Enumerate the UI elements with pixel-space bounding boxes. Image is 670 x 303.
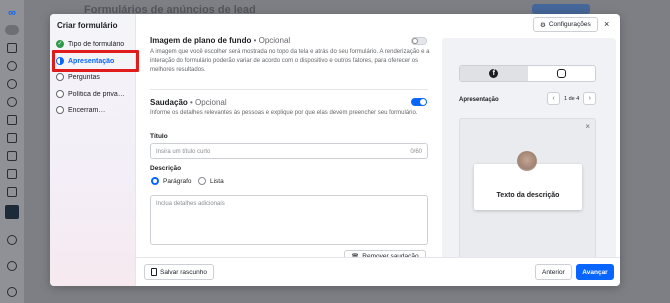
instagram-icon bbox=[556, 69, 566, 78]
char-counter: 0/60 bbox=[410, 149, 422, 155]
close-icon[interactable]: × bbox=[604, 19, 609, 29]
all-tools-icon[interactable] bbox=[5, 205, 19, 219]
step-label: Tipo de formulário bbox=[68, 40, 125, 48]
document-icon bbox=[151, 268, 157, 276]
greeting-section: Saudação • Opcional Informe os detalhes … bbox=[150, 98, 430, 118]
messages-icon[interactable] bbox=[7, 97, 17, 107]
content-icon[interactable] bbox=[7, 115, 17, 125]
section-description: A imagem que você escolher será mostrada… bbox=[150, 49, 430, 73]
facebook-tab[interactable]: f bbox=[460, 66, 528, 81]
meta-logo-icon[interactable]: ∞ bbox=[5, 8, 19, 19]
background-image-toggle[interactable] bbox=[411, 37, 427, 45]
app-left-nav: ∞ bbox=[0, 0, 24, 303]
gear-icon: ⚙ bbox=[540, 21, 546, 29]
settings-icon[interactable] bbox=[7, 261, 17, 271]
step-form-type[interactable]: ✓ Tipo de formulário bbox=[56, 37, 136, 51]
modal-title: Criar formulário bbox=[57, 21, 118, 30]
circle-icon bbox=[56, 106, 64, 114]
monetization-icon[interactable] bbox=[7, 187, 17, 197]
help-icon[interactable] bbox=[7, 287, 17, 297]
facebook-icon: f bbox=[489, 69, 499, 78]
chevron-right-icon[interactable]: › bbox=[583, 92, 597, 105]
preview-panel: f Apresentação ‹ 1 de 4 › × Texto da des… bbox=[442, 38, 616, 264]
instagram-tab[interactable] bbox=[528, 66, 596, 81]
next-button[interactable]: Avançar bbox=[576, 264, 614, 280]
settings-button[interactable]: ⚙ Configurações bbox=[533, 17, 598, 32]
platform-tabs: f bbox=[459, 65, 596, 82]
search-icon[interactable] bbox=[7, 235, 17, 245]
section-title: Saudação • Opcional bbox=[150, 98, 227, 107]
preview-card-text: Texto da descrição bbox=[496, 192, 560, 199]
step-label: Encerramento bbox=[68, 106, 106, 114]
format-paragraph-radio[interactable]: Parágrafo bbox=[151, 177, 192, 185]
step-label: Perguntas bbox=[68, 73, 100, 81]
create-form-modal: Criar formulário ✓ Tipo de formulário Ap… bbox=[50, 14, 620, 286]
chevron-left-icon[interactable]: ‹ bbox=[547, 92, 560, 105]
preview-step-label: Apresentação bbox=[459, 97, 499, 103]
preview-avatar-image bbox=[517, 151, 537, 171]
save-draft-button[interactable]: Salvar rascunho bbox=[144, 264, 214, 280]
insights-icon[interactable] bbox=[7, 169, 17, 179]
format-list-radio[interactable]: Lista bbox=[198, 177, 224, 185]
check-icon: ✓ bbox=[56, 40, 64, 48]
description-textarea[interactable]: Inclua detalhes adicionais bbox=[150, 195, 428, 245]
background-image-section: Imagem de plano de fundo • Opcional A im… bbox=[150, 36, 430, 75]
description-field-label: Descrição bbox=[150, 165, 182, 172]
step-questions[interactable]: Perguntas bbox=[56, 70, 136, 84]
home-icon[interactable] bbox=[7, 43, 17, 53]
step-ending[interactable]: Encerramento bbox=[56, 103, 136, 117]
divider bbox=[150, 89, 428, 90]
alerts-icon[interactable] bbox=[7, 79, 17, 89]
phone-preview: × Texto da descrição bbox=[459, 118, 596, 264]
ads-icon[interactable] bbox=[7, 151, 17, 161]
account-avatar[interactable] bbox=[5, 25, 19, 35]
preview-pager: ‹ 1 de 4 › bbox=[547, 92, 597, 105]
greeting-toggle[interactable] bbox=[411, 98, 427, 106]
step-privacy-policy[interactable]: Política de privacidade bbox=[56, 87, 136, 101]
radio-icon bbox=[198, 177, 206, 185]
background-create-button bbox=[532, 4, 590, 14]
title-field-label: Título bbox=[150, 133, 168, 140]
step-label: Política de privacidade bbox=[68, 90, 128, 98]
back-button[interactable]: Anterior bbox=[535, 264, 572, 280]
title-input[interactable]: Insira um título curto 0/60 bbox=[150, 143, 428, 159]
highlight-box bbox=[52, 50, 139, 72]
radio-selected-icon bbox=[151, 177, 159, 185]
section-description: Informe os detalhes relevantes às pessoa… bbox=[150, 110, 418, 116]
grid-icon[interactable] bbox=[7, 133, 17, 143]
notifications-icon[interactable] bbox=[7, 61, 17, 71]
section-title: Imagem de plano de fundo • Opcional bbox=[150, 36, 291, 45]
circle-icon bbox=[56, 90, 64, 98]
page-indicator: 1 de 4 bbox=[564, 95, 580, 102]
modal-steps-sidebar: Criar formulário ✓ Tipo de formulário Ap… bbox=[50, 14, 139, 286]
circle-icon bbox=[56, 73, 64, 81]
preview-close-icon: × bbox=[585, 122, 590, 131]
